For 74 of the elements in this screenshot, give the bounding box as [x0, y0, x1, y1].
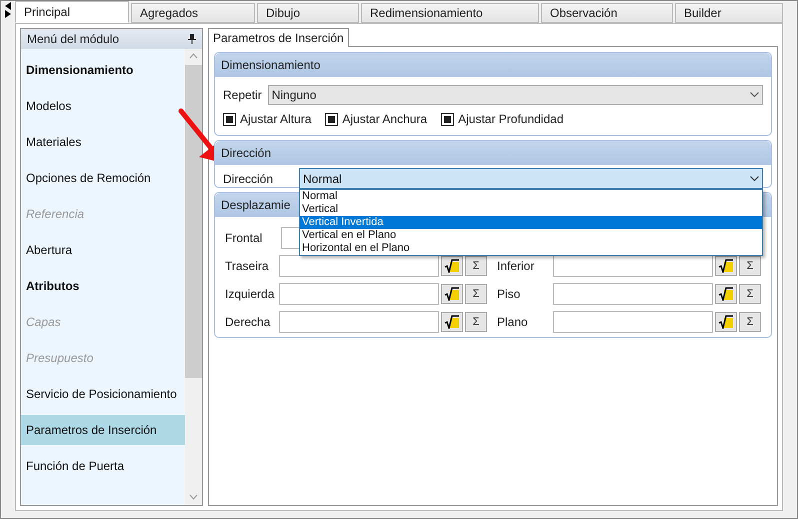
tab[interactable]: Redimensionamiento — [361, 3, 539, 23]
dropdown-option[interactable]: Normal — [300, 190, 762, 203]
field-label: Repetir — [223, 87, 262, 104]
input-field[interactable] — [279, 255, 439, 277]
formula-button[interactable] — [441, 284, 463, 304]
dropdown-value: Ninguno — [272, 87, 316, 104]
dropdown-option[interactable]: Horizontal en el Plano — [300, 242, 762, 255]
scrollbar[interactable] — [185, 49, 202, 505]
formula-button[interactable] — [715, 312, 737, 332]
input-field[interactable] — [553, 255, 713, 277]
menu-item[interactable]: Función de Puerta — [21, 451, 185, 481]
checkbox-label: Ajustar Profundidad — [458, 111, 564, 128]
input-field[interactable] — [553, 283, 713, 305]
square-root-icon — [444, 287, 460, 301]
tab[interactable]: Principal — [15, 1, 129, 23]
square-root-icon — [444, 259, 460, 273]
panel-tab[interactable]: Parametros de Inserción — [208, 28, 349, 47]
checkbox-label: Ajustar Altura — [240, 111, 312, 128]
scroll-right-icon[interactable] — [4, 10, 12, 18]
menu-item[interactable]: Dimensionamiento — [21, 55, 185, 85]
field-label: Frontal — [225, 230, 264, 247]
sum-button[interactable]: Σ — [465, 284, 487, 304]
field-label: Izquierda — [225, 286, 276, 303]
square-root-icon — [718, 259, 734, 273]
menu-item[interactable]: Abertura — [21, 235, 185, 265]
panel-title: Menú del módulo — [27, 31, 120, 48]
menu-item[interactable]: Materiales — [21, 127, 185, 157]
sum-button[interactable]: Σ — [465, 256, 487, 276]
group-header: Dirección — [215, 141, 771, 165]
input-field[interactable] — [553, 311, 713, 333]
field-label: Inferior — [497, 258, 536, 275]
group-header: Dimensionamiento — [215, 53, 771, 77]
dropdown[interactable]: Normal — [299, 168, 763, 189]
field-label: Plano — [497, 314, 529, 331]
chevron-down-icon — [750, 176, 759, 182]
field-label: Dirección — [223, 170, 274, 188]
checkbox[interactable] — [223, 112, 236, 126]
menu-item[interactable]: Parametros de Inserción — [21, 415, 185, 445]
sum-button[interactable]: Σ — [465, 312, 487, 332]
tab[interactable]: Builder — [675, 3, 783, 23]
square-root-icon — [718, 315, 734, 329]
field-label: Traseira — [225, 258, 270, 275]
input-field[interactable] — [279, 283, 439, 305]
menu-item[interactable]: Servicio de Posicionamiento — [21, 379, 185, 409]
sum-button[interactable]: Σ — [739, 256, 761, 276]
formula-button[interactable] — [715, 256, 737, 276]
tab[interactable]: Observación — [541, 3, 673, 23]
dropdown-value: Normal — [303, 170, 342, 188]
menu-item[interactable]: Opciones de Remoción — [21, 163, 185, 193]
checkbox-label: Ajustar Anchura — [342, 111, 428, 128]
scroll-left-icon[interactable] — [4, 2, 12, 10]
dropdown-option[interactable]: Vertical Invertida — [300, 216, 762, 229]
square-root-icon — [444, 315, 460, 329]
dropdown[interactable]: Ninguno — [268, 85, 763, 105]
formula-button[interactable] — [441, 312, 463, 332]
scrollbar-thumb[interactable] — [185, 65, 202, 378]
sum-button[interactable]: Σ — [739, 312, 761, 332]
formula-button[interactable] — [441, 256, 463, 276]
formula-button[interactable] — [715, 284, 737, 304]
field-label: Piso — [497, 286, 522, 303]
checkbox[interactable] — [325, 112, 338, 126]
pin-icon[interactable] — [188, 34, 196, 44]
dropdown-option[interactable]: Vertical — [300, 203, 762, 216]
tab[interactable]: Dibujo — [257, 3, 359, 23]
checkbox[interactable] — [441, 112, 454, 126]
input-field[interactable] — [279, 311, 439, 333]
tab[interactable]: Agregados — [131, 3, 255, 23]
chevron-down-icon — [750, 92, 759, 98]
dropdown-option[interactable]: Vertical en el Plano — [300, 229, 762, 242]
menu-item[interactable]: Modelos — [21, 91, 185, 121]
square-root-icon — [718, 287, 734, 301]
menu-item[interactable]: Atributos — [21, 271, 185, 301]
field-label: Derecha — [225, 314, 272, 331]
sum-button[interactable]: Σ — [739, 284, 761, 304]
